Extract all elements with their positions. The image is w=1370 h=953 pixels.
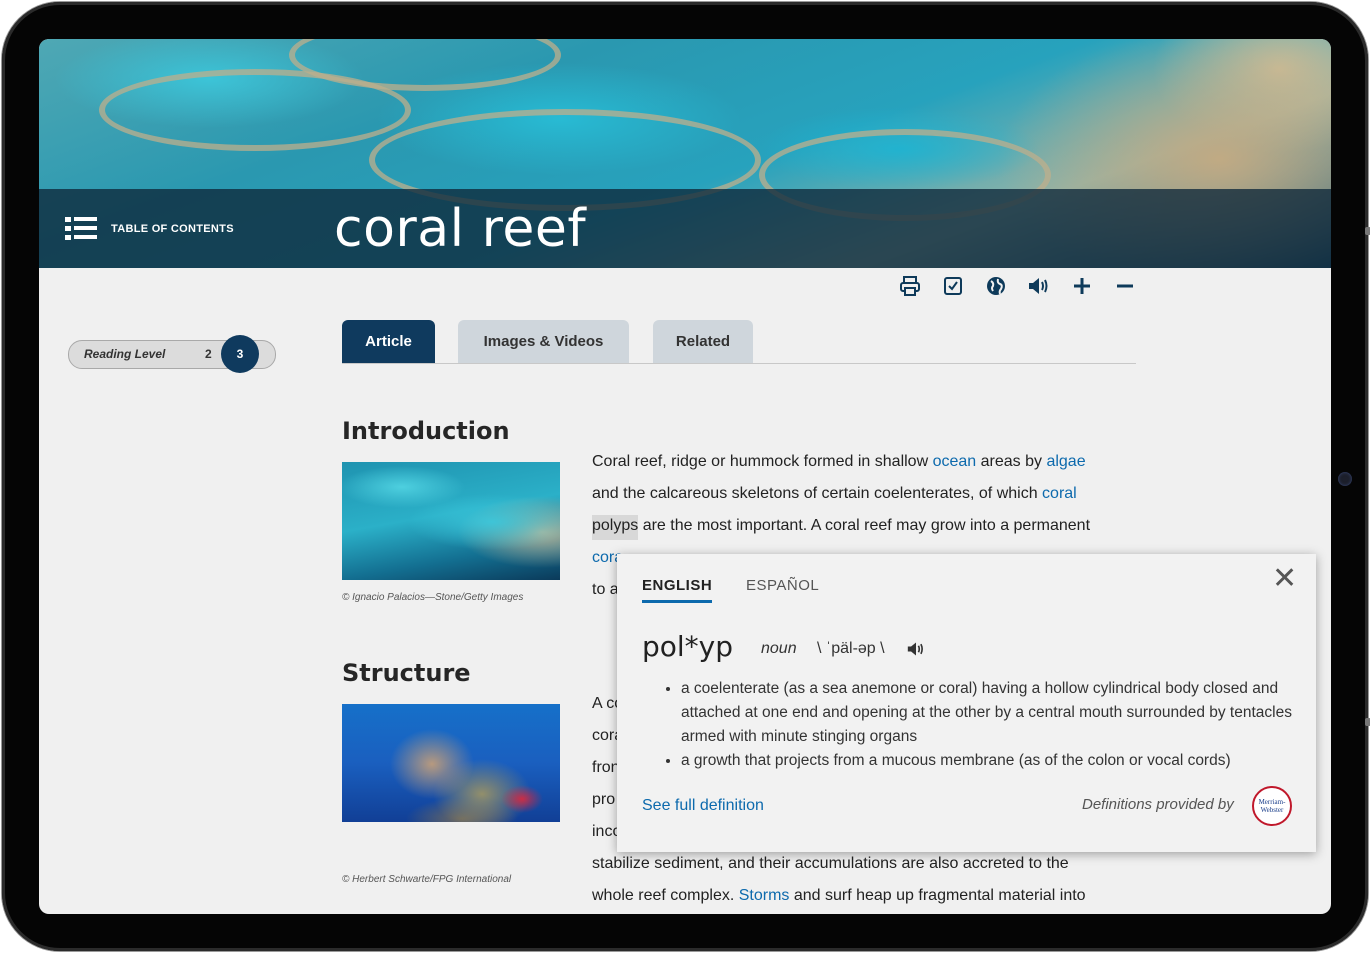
link-algae[interactable]: algae <box>1046 453 1085 470</box>
read-aloud-button[interactable] <box>1026 273 1052 299</box>
speaker-icon <box>907 642 923 656</box>
text-span: areas by <box>976 453 1047 470</box>
print-icon <box>900 276 920 296</box>
list-icon <box>65 217 97 241</box>
text-line: and the calcareous skeletons of certain … <box>592 478 1132 510</box>
tab-related[interactable]: Related <box>653 320 753 363</box>
minus-icon <box>1117 284 1133 288</box>
dictionary-popup: ENGLISH ESPAÑOL ✕ pol*yp noun \ ˈpäl-əp … <box>617 554 1316 852</box>
tab-espanol[interactable]: ESPAÑOL <box>746 577 819 594</box>
pronunciation: \ ˈpäl-əp \ <box>817 640 885 657</box>
text-span: and surf heap up fragmental material int… <box>789 887 1086 904</box>
introduction-photo[interactable] <box>342 462 560 580</box>
highlighted-word-polyps[interactable]: polyps <box>592 515 639 540</box>
headword: pol*yp <box>642 630 734 663</box>
reading-level-3-selected[interactable]: 3 <box>221 335 259 373</box>
tab-images-videos[interactable]: Images & Videos <box>458 320 629 363</box>
article-toolbar <box>897 273 1138 299</box>
speaker-icon <box>1029 278 1048 294</box>
article-tabs: Article Images & Videos Related <box>342 320 1136 364</box>
table-of-contents-button[interactable]: TABLE OF CONTENTS <box>65 217 234 241</box>
definitions-provided-by: Definitions provided by <box>1082 796 1234 813</box>
text-span: Coral reef, ridge or hummock formed in s… <box>592 453 933 470</box>
tab-english[interactable]: ENGLISH <box>642 577 713 603</box>
definition-item: a coelenterate (as a sea anemone or cora… <box>681 677 1311 749</box>
photo-credit: © Ignacio Palacios—Stone/Getty Images <box>342 592 524 603</box>
camera-lens <box>1338 472 1352 486</box>
translate-button[interactable] <box>983 273 1009 299</box>
text-line: polyps are the most important. A coral r… <box>592 510 1132 542</box>
close-icon[interactable]: ✕ <box>1272 564 1297 594</box>
link-storms[interactable]: Storms <box>739 887 790 904</box>
link-ocean[interactable]: ocean <box>933 453 977 470</box>
text-line: stabilize sediment, and their accumulati… <box>592 855 1069 872</box>
see-full-definition-link[interactable]: See full definition <box>642 797 764 815</box>
merriam-webster-logo[interactable]: Merriam-Webster <box>1252 786 1292 826</box>
tab-article[interactable]: Article <box>342 320 435 363</box>
text-line: whole reef complex. Storms and surf heap… <box>592 880 1132 912</box>
logo-text: Merriam-Webster <box>1258 798 1286 814</box>
citation-button[interactable] <box>940 273 966 299</box>
reading-level-2[interactable]: 2 <box>205 347 212 361</box>
page-title: coral reef <box>334 199 587 259</box>
reading-level-label: Reading Level <box>84 347 166 361</box>
definition-item: a growth that projects from a mucous mem… <box>681 749 1311 773</box>
text-line: Coral reef, ridge or hummock formed in s… <box>592 446 1132 478</box>
hero-title-band: TABLE OF CONTENTS coral reef <box>39 189 1331 268</box>
text-span: are the most important. A coral reef may… <box>638 517 1091 534</box>
plus-icon <box>1074 278 1090 294</box>
tablet-side-button <box>1365 227 1370 235</box>
screen: TABLE OF CONTENTS coral reef Reading Lev… <box>39 39 1331 914</box>
structure-photo[interactable] <box>342 704 560 822</box>
photo-credit: © Herbert Schwarte/FPG International <box>342 874 512 885</box>
part-of-speech: noun <box>761 640 797 657</box>
definition-list: a coelenterate (as a sea anemone or cora… <box>663 677 1311 773</box>
pronounce-button[interactable] <box>905 640 927 663</box>
text-span: and the calcareous skeletons of certain … <box>592 485 1043 502</box>
decrease-font-button[interactable] <box>1112 273 1138 299</box>
text-span: to a <box>592 581 619 598</box>
text-span: whole reef complex. <box>592 887 739 904</box>
globe-icon <box>987 277 1005 295</box>
hero-image: TABLE OF CONTENTS coral reef <box>39 39 1331 268</box>
link-coral[interactable]: coral <box>1042 485 1077 502</box>
tablet-side-button <box>1365 718 1370 726</box>
print-button[interactable] <box>897 273 923 299</box>
reading-level-toggle[interactable]: Reading Level 2 3 <box>68 335 276 373</box>
section-heading-introduction: Introduction <box>342 417 510 445</box>
section-heading-structure: Structure <box>342 659 471 687</box>
increase-font-button[interactable] <box>1069 273 1095 299</box>
toc-label: TABLE OF CONTENTS <box>111 223 234 235</box>
checklist-icon <box>944 277 962 295</box>
